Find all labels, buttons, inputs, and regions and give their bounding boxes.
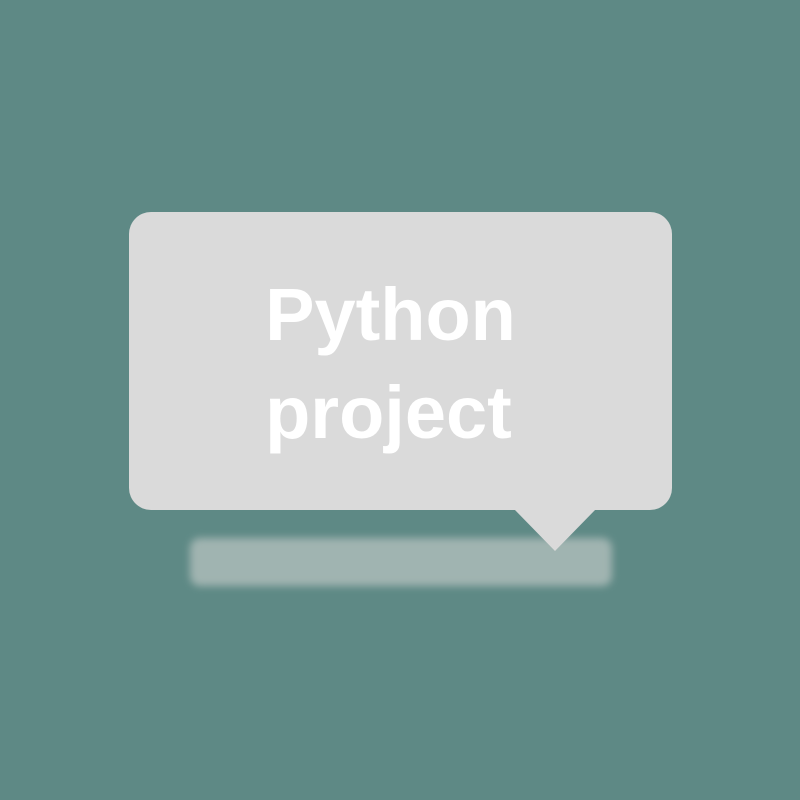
speech-bubble: Python project [129, 212, 672, 510]
bubble-title-line-2: project [265, 371, 512, 454]
bubble-title-line-1: Python [265, 273, 516, 356]
background-canvas: Python project [0, 0, 800, 800]
speech-bubble-tail [514, 509, 596, 551]
bubble-title: Python project [265, 266, 516, 462]
